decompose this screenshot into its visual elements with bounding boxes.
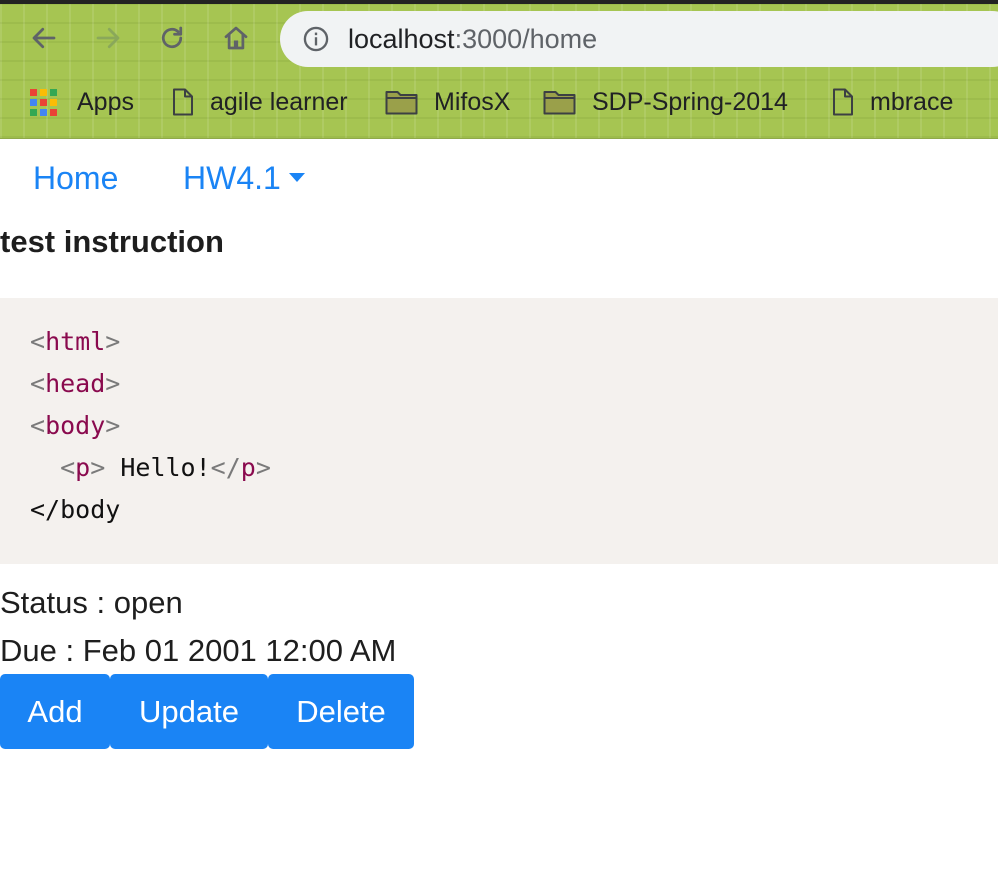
bookmark-agile-learner[interactable]: agile learner <box>172 84 348 120</box>
code-line: </body <box>30 495 120 525</box>
address-bar[interactable]: localhost:3000/home <box>280 11 998 67</box>
page-icon <box>173 88 193 116</box>
reload-icon <box>161 26 183 49</box>
due-date-text: Due : Feb 01 2001 12:00 AM <box>0 633 397 668</box>
add-button[interactable]: Add <box>0 674 110 749</box>
browser-toolbar: localhost:3000/home Apps agile learner M… <box>0 0 998 139</box>
url-host: localhost <box>348 24 455 54</box>
app-navbar: Home HW4.1 <box>0 154 998 204</box>
arrow-right-icon <box>96 27 120 49</box>
bookmark-mbrace[interactable]: mbrace <box>832 84 953 120</box>
code-tag: p <box>240 453 256 482</box>
folder-icon <box>543 91 576 115</box>
bookmark-label: MifosX <box>434 87 511 116</box>
nav-assignment-dropdown[interactable]: HW4.1 <box>183 160 305 197</box>
code-tag: p <box>75 453 91 482</box>
home-icon <box>224 26 248 50</box>
info-icon[interactable] <box>302 25 330 53</box>
action-buttons: Add Update Delete <box>0 674 414 749</box>
code-text: </body <box>30 495 121 524</box>
update-button[interactable]: Update <box>110 674 268 749</box>
bookmark-label: SDP-Spring-2014 <box>592 87 788 116</box>
code-line: <p> Hello!</p> <box>60 453 271 482</box>
status-text: Status : open <box>0 585 183 620</box>
delete-button[interactable]: Delete <box>268 674 414 749</box>
bookmark-label: mbrace <box>870 87 954 116</box>
url-text[interactable]: localhost:3000/home <box>348 24 597 54</box>
code-tag: html <box>45 327 106 356</box>
forward-button[interactable] <box>88 18 128 58</box>
bookmarks-bar: Apps agile learner MifosX SDP-Spring-201… <box>0 80 998 124</box>
nav-home-link[interactable]: Home <box>33 160 118 197</box>
code-line: <body> <box>30 411 121 440</box>
folder-icon <box>385 91 418 115</box>
bookmark-label: agile learner <box>210 87 348 116</box>
home-button[interactable] <box>216 18 256 58</box>
arrow-left-icon <box>32 27 56 49</box>
dropdown-label: HW4.1 <box>183 160 281 196</box>
reload-button[interactable] <box>152 18 192 58</box>
code-tag: body <box>45 411 106 440</box>
code-line: <head> <box>30 369 121 398</box>
bookmark-label: Apps <box>77 87 134 116</box>
assignment-title: test instruction <box>0 224 224 259</box>
code-block: <html> <head> <body> <p> Hello!</p> </bo… <box>0 298 998 564</box>
code-line: <html> <box>30 327 121 356</box>
apps-grid-icon <box>30 88 57 116</box>
back-button[interactable] <box>24 18 64 58</box>
bookmark-sdp-spring-2014[interactable]: SDP-Spring-2014 <box>543 84 788 120</box>
code-tag: head <box>45 369 106 398</box>
code-text: Hello! <box>105 453 211 482</box>
window-edge <box>0 0 998 4</box>
url-path: :3000/home <box>454 24 598 54</box>
bookmark-apps[interactable]: Apps <box>30 84 134 120</box>
caret-down-icon <box>288 173 305 183</box>
page-icon <box>833 88 853 116</box>
bookmark-mifosx[interactable]: MifosX <box>385 84 510 120</box>
